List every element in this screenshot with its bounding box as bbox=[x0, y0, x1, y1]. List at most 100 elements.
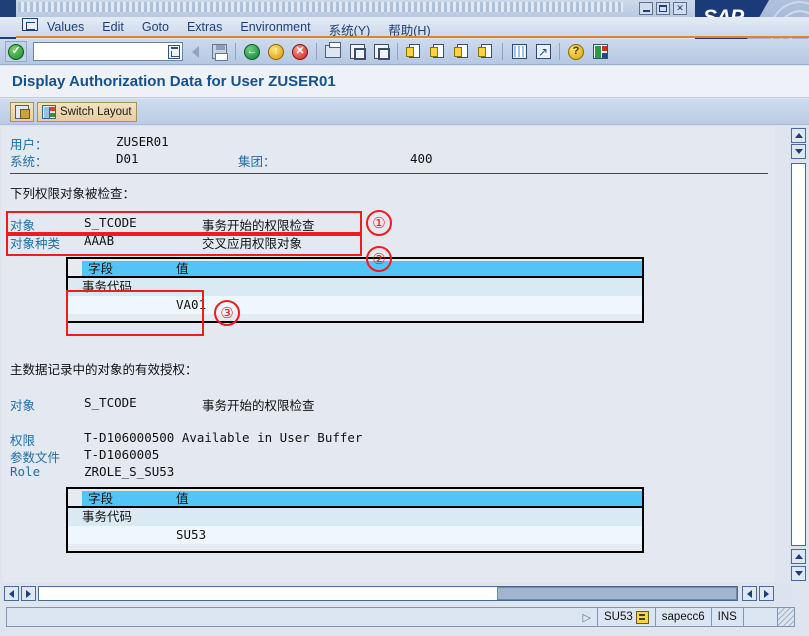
horizontal-scroll-thumb[interactable] bbox=[497, 587, 737, 600]
toolbar-separator bbox=[397, 43, 398, 60]
table-header-row: 字段 值 bbox=[68, 259, 642, 276]
scroll-page-right-button[interactable] bbox=[742, 586, 757, 601]
toolbar-separator bbox=[235, 43, 236, 60]
scroll-page-up-button[interactable] bbox=[791, 549, 806, 564]
command-field[interactable] bbox=[33, 42, 183, 61]
master-values-table: 字段 值 事务代码 SU53 bbox=[66, 487, 644, 553]
scroll-page-left-button[interactable] bbox=[21, 586, 36, 601]
expand-triangle-icon[interactable]: ▷ bbox=[583, 611, 591, 624]
page-title: Display Authorization Data for User ZUSE… bbox=[12, 73, 336, 90]
maximize-button[interactable] bbox=[656, 2, 670, 15]
table-header-field: 字段 bbox=[88, 261, 114, 276]
transaction-icon bbox=[635, 610, 649, 624]
grid-icon[interactable] bbox=[508, 41, 530, 62]
horizontal-scrollbar[interactable] bbox=[2, 585, 792, 602]
resize-grip[interactable] bbox=[777, 607, 795, 627]
object-class-text: 交叉应用权限对象 bbox=[202, 236, 303, 251]
master-object-code: S_TCODE bbox=[84, 395, 137, 410]
vertical-scroll-track[interactable] bbox=[791, 163, 806, 546]
table-header-bar bbox=[82, 261, 642, 276]
table-cell-value: SU53 bbox=[176, 527, 207, 542]
object-class-label: 对象种类 bbox=[10, 236, 61, 251]
master-object-label: 对象 bbox=[10, 398, 36, 413]
user-value: ZUSER01 bbox=[116, 134, 169, 149]
table-header-value: 值 bbox=[176, 491, 189, 506]
client-value: 400 bbox=[410, 151, 433, 166]
next-page-icon[interactable] bbox=[451, 41, 473, 62]
export-icon[interactable]: ↗ bbox=[532, 41, 554, 62]
table-row: SU53 bbox=[68, 526, 642, 544]
table-footer bbox=[68, 544, 642, 551]
object-code: S_TCODE bbox=[84, 215, 137, 230]
window-controls: ✕ bbox=[639, 2, 687, 15]
status-system-label: sapecc6 bbox=[661, 611, 705, 623]
status-insert-mode[interactable]: INS bbox=[711, 607, 744, 627]
enter-check-icon[interactable]: ✓ bbox=[5, 41, 27, 62]
system-label: 系统： bbox=[10, 154, 48, 169]
status-transaction[interactable]: SU53 bbox=[598, 607, 656, 627]
layout-menu-icon[interactable] bbox=[589, 41, 611, 62]
minimize-button[interactable] bbox=[639, 2, 653, 15]
status-message-area[interactable]: ▷ bbox=[6, 607, 598, 627]
exit-yellow-icon[interactable]: ↑ bbox=[265, 41, 287, 62]
status-extra bbox=[743, 607, 778, 627]
status-system[interactable]: sapecc6 bbox=[655, 607, 712, 627]
scroll-page-down-button[interactable] bbox=[791, 566, 806, 581]
master-data-heading: 主数据记录中的对象的有效授权： bbox=[10, 362, 198, 377]
print-icon[interactable] bbox=[322, 41, 344, 62]
toolbar-separator bbox=[559, 43, 560, 60]
first-page-icon[interactable] bbox=[403, 41, 425, 62]
find-icon[interactable] bbox=[346, 41, 368, 62]
table-cell-field: 事务代码 bbox=[82, 279, 133, 294]
find-next-icon[interactable] bbox=[370, 41, 392, 62]
main-toolbar: ✓ ← ↑ ✕ ↗ ? bbox=[0, 39, 809, 65]
menu-bar: Values Edit Goto Extras Environment 系统(Y… bbox=[0, 17, 809, 38]
titlebar-texture bbox=[18, 2, 623, 12]
table-header-value: 值 bbox=[176, 261, 189, 276]
switch-layout-label: Switch Layout bbox=[60, 105, 132, 118]
table-header-field: 字段 bbox=[88, 491, 114, 506]
scroll-left-button[interactable] bbox=[4, 586, 19, 601]
back-green-icon[interactable]: ← bbox=[241, 41, 263, 62]
table-header-row: 字段 值 bbox=[68, 489, 642, 506]
switch-layout-button[interactable]: Switch Layout bbox=[37, 101, 137, 122]
scroll-up-button[interactable] bbox=[791, 128, 806, 143]
client-label: 集团： bbox=[238, 154, 276, 169]
header-divider bbox=[10, 173, 768, 174]
help-icon[interactable]: ? bbox=[565, 41, 587, 62]
save-icon[interactable] bbox=[208, 41, 230, 62]
sap-gui-window: ✕ SAP Values Edit Goto Extras Environmen… bbox=[0, 0, 809, 636]
checked-objects-heading: 下列权限对象被检查： bbox=[10, 186, 136, 201]
role-label: Role bbox=[10, 464, 41, 479]
chevron-down-icon[interactable] bbox=[168, 45, 180, 59]
window-titlebar: ✕ bbox=[0, 0, 809, 17]
switch-layout-icon bbox=[42, 104, 56, 119]
object-text: 事务开始的权限检查 bbox=[202, 218, 315, 233]
table-footer bbox=[68, 314, 642, 321]
last-page-icon[interactable] bbox=[475, 41, 497, 62]
scroll-down-button[interactable] bbox=[791, 144, 806, 159]
system-menu-icon[interactable] bbox=[22, 18, 38, 31]
status-bar: ▷ SU53 sapecc6 INS bbox=[0, 604, 809, 636]
close-button[interactable]: ✕ bbox=[673, 2, 687, 15]
status-insert-label: INS bbox=[717, 611, 737, 623]
table-row: 事务代码 bbox=[68, 278, 642, 296]
authorization-value: T-D106000500 Available in User Buffer bbox=[84, 430, 363, 445]
profile-value: T-D1060005 bbox=[84, 447, 160, 462]
master-object-text: 事务开始的权限检查 bbox=[202, 398, 315, 413]
system-value: D01 bbox=[116, 151, 139, 166]
object-class-code: AAAB bbox=[84, 233, 115, 248]
cancel-red-icon[interactable]: ✕ bbox=[289, 41, 311, 62]
scroll-right-button[interactable] bbox=[759, 586, 774, 601]
table-cell-field: 事务代码 bbox=[82, 509, 133, 524]
page-title-bar: Display Authorization Data for User ZUSE… bbox=[0, 66, 809, 98]
horizontal-scroll-track[interactable] bbox=[38, 586, 738, 601]
vertical-scrollbar[interactable] bbox=[790, 127, 807, 582]
toolbar-separator bbox=[316, 43, 317, 60]
vertical-scroll-thumb[interactable] bbox=[792, 164, 805, 532]
menubar-accent-line bbox=[16, 36, 809, 38]
new-window-button[interactable] bbox=[10, 101, 34, 122]
status-transaction-label: SU53 bbox=[604, 611, 633, 623]
previous-page-icon[interactable] bbox=[427, 41, 449, 62]
back-arrow-icon[interactable] bbox=[184, 41, 206, 62]
